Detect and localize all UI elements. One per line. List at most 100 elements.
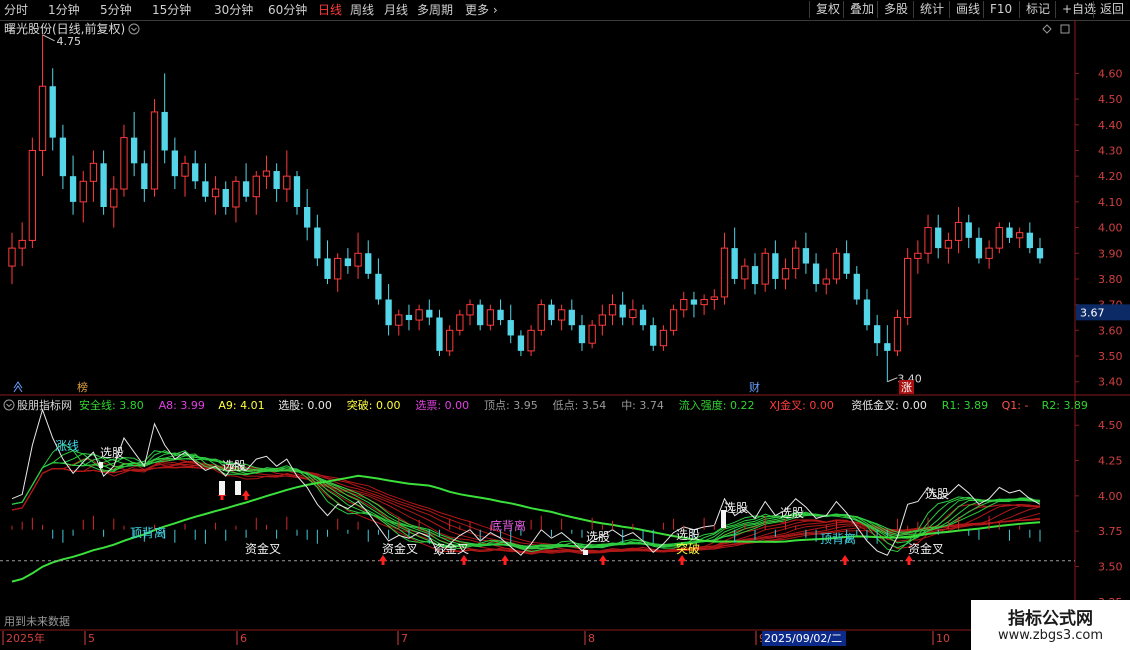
- main-ytick-label: 4.50: [1098, 93, 1123, 106]
- candle-body: [588, 324, 596, 344]
- annotation-zijincha-2: 资金叉: [433, 541, 469, 556]
- cursor-date: 2025/09/02/二: [764, 632, 842, 645]
- annotation-tupo: 突破: [676, 541, 700, 556]
- annotation-xuangu-1: 选股: [222, 459, 246, 473]
- candle-body: [965, 222, 972, 238]
- chart-canvas: 曙光股份(日线,前复权) 4.60 4.50 4.40 4.30 4.20 4.10 4.00…: [0, 20, 1130, 650]
- sub-ytick-label: 4.50: [1098, 419, 1123, 432]
- watermark-title: 指标公式网: [1008, 609, 1093, 629]
- candle-body: [843, 253, 850, 274]
- xaxis-label-0: 2025年: [6, 631, 45, 645]
- main-ytick-label: 4.40: [1098, 119, 1123, 132]
- high-label: 4.75: [57, 35, 82, 48]
- watermark: 指标公式网 www.zbgs3.com: [971, 600, 1130, 650]
- candle-body: [650, 325, 657, 346]
- candle-body: [578, 325, 586, 344]
- candle-body: [38, 85, 47, 151]
- candle-body: [486, 309, 495, 326]
- candle-body: [18, 239, 26, 249]
- indicator-value-4: 突破: 0.00: [347, 398, 401, 412]
- candle-body: [639, 309, 647, 326]
- candle-body: [130, 137, 138, 164]
- price-badge-label: 3.67: [1080, 306, 1105, 319]
- candle-body: [731, 248, 738, 279]
- candle-body: [1036, 248, 1044, 259]
- candle-body: [659, 329, 668, 347]
- candle-body: [904, 257, 912, 318]
- candle-body: [772, 253, 779, 279]
- up-arrow-icon: [460, 555, 468, 565]
- candle-body: [935, 227, 942, 249]
- candle-body: [293, 176, 301, 207]
- dropdown-icon: [128, 23, 140, 35]
- up-arrow-icon: [242, 490, 250, 500]
- indicator-footnote: 用到未来数据: [4, 614, 70, 628]
- candle-body: [914, 252, 922, 259]
- indicator-value-9: 流入强度: 0.22: [679, 398, 755, 412]
- annotation-lixian: 涨线: [55, 438, 79, 453]
- candle-body: [324, 258, 331, 279]
- marker-bang: 榜: [77, 380, 88, 394]
- main-ytick-label: 4.00: [1098, 222, 1123, 235]
- candle-body: [598, 314, 606, 326]
- candle-body: [822, 278, 830, 285]
- indicator-value-3: 选股: 0.00: [278, 399, 332, 412]
- candle-body: [527, 329, 535, 352]
- annotation-xuangu-4: 选股: [586, 530, 610, 544]
- candle-body: [262, 170, 271, 177]
- candle-body: [619, 304, 626, 318]
- annotation-zijincha-1: 资金叉: [382, 541, 418, 556]
- candle-body: [28, 149, 37, 241]
- annotation-dingbeili-1: 顶背离: [820, 531, 856, 546]
- candle-body: [242, 181, 250, 197]
- candle-body: [466, 304, 474, 316]
- candle-body: [59, 137, 67, 177]
- annotation-zijincha-0: 资金叉: [245, 541, 281, 556]
- sub-ytick-label: 3.75: [1098, 525, 1123, 538]
- indicator-value-2: A9: 4.01: [218, 399, 264, 412]
- indicator-name: 股朋指标网: [17, 398, 72, 412]
- signal-bar-0: [219, 481, 225, 495]
- indicator-value-13: Q1: -: [1002, 399, 1029, 412]
- diamond-icon: [1042, 24, 1052, 34]
- main-ytick-label: 4.20: [1098, 170, 1123, 183]
- chevron-down-icon: [6, 403, 12, 408]
- candle-body: [344, 258, 352, 267]
- annotation-dingbeili-0: 顶背离: [130, 525, 166, 540]
- candle-body: [1026, 232, 1033, 249]
- main-chart-title: 曙光股份(日线,前复权): [4, 21, 125, 36]
- main-ytick-label: 4.30: [1098, 144, 1123, 157]
- main-ytick-label: 4.60: [1098, 67, 1123, 80]
- candle-body: [629, 309, 637, 318]
- candle-body: [751, 266, 759, 285]
- candle-body: [741, 265, 749, 280]
- candle-body: [211, 188, 220, 198]
- indicator-value-8: 中: 3.74: [621, 399, 664, 412]
- annotation-dibeili: 底背离: [490, 518, 526, 533]
- candle-body: [334, 257, 342, 280]
- annotation-xuangu-3: 选股: [780, 506, 804, 520]
- candle-body: [69, 176, 77, 202]
- candle-body: [761, 252, 769, 285]
- candle-body: [232, 180, 240, 208]
- candle-body: [517, 335, 525, 351]
- candle-body: [944, 239, 953, 249]
- indicator-value-7: 低点: 3.54: [553, 399, 607, 412]
- indicator-value-1: A8: 3.99: [159, 399, 205, 412]
- candle-body: [304, 207, 311, 228]
- xaxis-label-3: 7: [401, 632, 408, 645]
- indicator-value-6: 顶点: 3.95: [484, 399, 538, 412]
- indicator-value-5: 选票: 0.00: [415, 399, 469, 412]
- candle-body: [375, 273, 382, 300]
- candle-body: [873, 325, 881, 344]
- annotation-xuangu-6: 选股: [925, 487, 949, 501]
- indicator-value-11: 资低金叉: 0.00: [851, 398, 927, 412]
- up-arrow-icon: [501, 555, 509, 565]
- candle-body: [802, 248, 810, 264]
- square-icon: [1060, 24, 1070, 34]
- marker-cai: 财: [749, 380, 760, 394]
- candle-body: [812, 263, 820, 285]
- candle-body: [537, 304, 545, 331]
- candle-body: [568, 309, 575, 326]
- candle-body: [497, 309, 504, 321]
